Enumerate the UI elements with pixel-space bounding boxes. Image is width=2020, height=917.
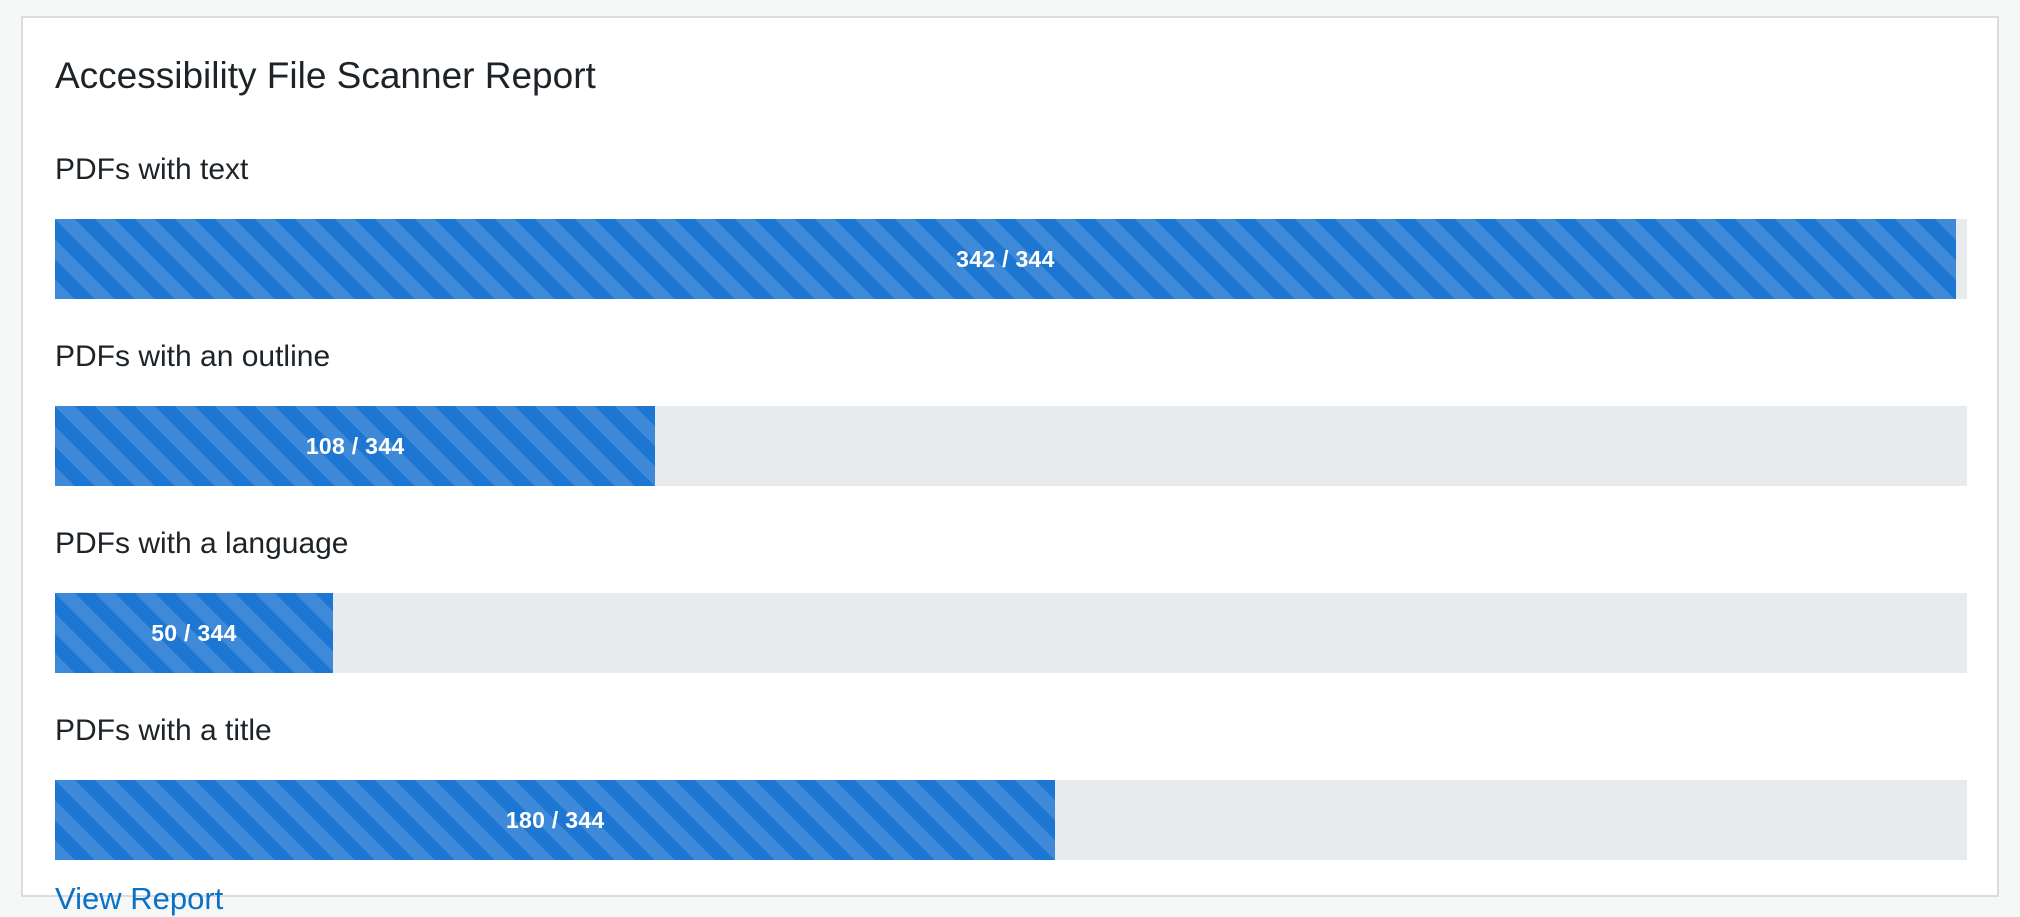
metric-pdfs-with-text: PDFs with text 342 / 344 (55, 110, 1967, 299)
progress-track: 50 / 344 (55, 593, 1967, 673)
report-title: Accessibility File Scanner Report (55, 55, 596, 96)
progress-bar: 108 / 344 (55, 406, 656, 486)
metric-pdfs-with-outline: PDFs with an outline 108 / 344 (55, 299, 1967, 486)
metric-pdfs-with-language: PDFs with a language 50 / 344 (55, 486, 1967, 673)
view-report-link[interactable]: View Report (55, 880, 223, 917)
progress-track: 180 / 344 (55, 780, 1967, 860)
progress-track: 108 / 344 (55, 406, 1967, 486)
metric-label: PDFs with a language (55, 527, 349, 560)
progress-count: 108 / 344 (305, 432, 405, 459)
progress-bar: 342 / 344 (55, 219, 1956, 299)
metric-label: PDFs with text (55, 153, 249, 186)
metric-label: PDFs with a title (55, 714, 272, 747)
progress-count: 180 / 344 (505, 806, 605, 833)
progress-track: 342 / 344 (55, 219, 1967, 299)
scanner-report-card: Accessibility File Scanner Report PDFs w… (21, 16, 1999, 916)
progress-count: 50 / 344 (151, 619, 237, 646)
progress-bar: 180 / 344 (55, 780, 1056, 860)
metric-label: PDFs with an outline (55, 340, 331, 373)
progress-bar: 50 / 344 (55, 593, 333, 673)
metric-pdfs-with-title: PDFs with a title 180 / 344 (55, 673, 1967, 860)
progress-count: 342 / 344 (956, 245, 1055, 272)
